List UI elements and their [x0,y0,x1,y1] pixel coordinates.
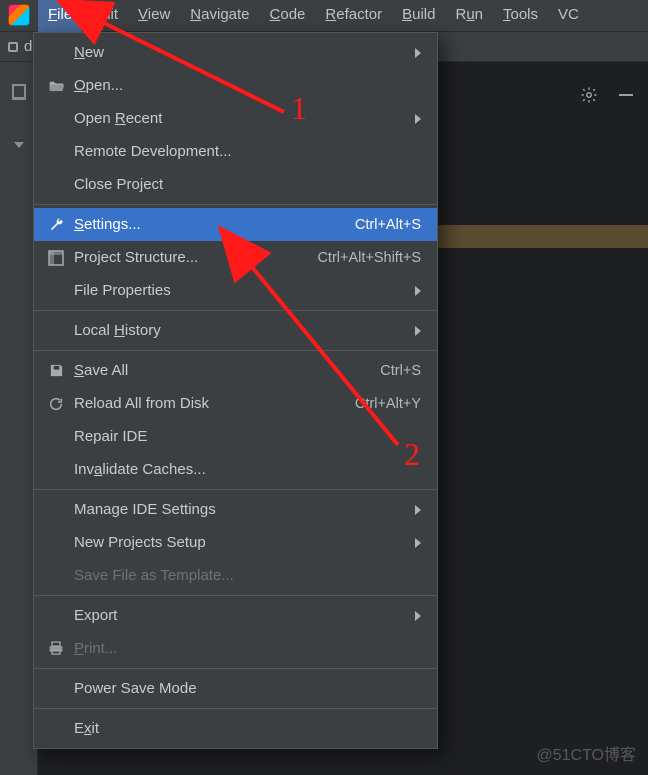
blank-icon [46,322,66,340]
menu-item-label: Reload All from Disk [74,395,209,412]
menu-item-label: Invalidate Caches... [74,461,206,478]
menu-item-shortcut: Ctrl+Alt+Y [355,396,421,412]
menu-item-new-projects-setup[interactable]: New Projects Setup [34,526,437,559]
project-tool-icon[interactable] [12,84,26,100]
menu-item-print: Print... [34,632,437,665]
blank-icon [46,680,66,698]
menu-item-label: Manage IDE Settings [74,501,216,518]
menu-separator [34,310,437,311]
menu-item-open-recent[interactable]: Open Recent [34,102,437,135]
menu-separator [34,489,437,490]
annotation-number-2: 2 [404,436,420,473]
blank-icon [46,110,66,128]
blank-icon [46,282,66,300]
menu-item-label: Open Recent [74,110,162,127]
menu-item-label: Local History [74,322,161,339]
blank-icon [46,534,66,552]
menu-navigate[interactable]: Navigate [180,0,259,32]
menu-item-shortcut: Ctrl+Alt+Shift+S [317,250,421,266]
ide-logo-icon [8,4,30,26]
submenu-arrow-icon [415,505,421,515]
submenu-arrow-icon [415,326,421,336]
menu-separator [34,668,437,669]
blank-icon [46,176,66,194]
menu-item-project-structure[interactable]: Project Structure... Ctrl+Alt+Shift+S [34,241,437,274]
save-icon [46,362,66,380]
submenu-arrow-icon [415,286,421,296]
menu-item-label: Open... [74,77,123,94]
menu-separator [34,204,437,205]
menu-refactor[interactable]: Refactor [315,0,392,32]
wrench-icon [46,216,66,234]
menu-item-label: Remote Development... [74,143,232,160]
submenu-arrow-icon [415,114,421,124]
annotation-number-1: 1 [291,90,307,127]
menu-run[interactable]: Run [445,0,493,32]
menu-item-label: Save File as Template... [74,567,234,584]
menu-item-invalidate-caches[interactable]: Invalidate Caches... [34,453,437,486]
reload-icon [46,395,66,413]
menu-item-close-project[interactable]: Close Project [34,168,437,201]
menu-item-label: Close Project [74,176,163,193]
menu-item-label: Project Structure... [74,249,198,266]
menu-item-open[interactable]: Open... [34,69,437,102]
menu-separator [34,350,437,351]
menu-item-label: Export [74,607,117,624]
blank-icon [46,428,66,446]
menu-item-new[interactable]: New [34,36,437,69]
watermark: @51CTO博客 [536,741,636,765]
menu-code[interactable]: Code [260,0,316,32]
menu-item-reload-all-from-disk[interactable]: Reload All from Disk Ctrl+Alt+Y [34,387,437,420]
menu-item-label: Print... [74,640,117,657]
blank-icon [46,143,66,161]
menu-item-settings[interactable]: Settings... Ctrl+Alt+S [34,208,437,241]
menu-item-shortcut: Ctrl+S [380,363,421,379]
menu-item-save-all[interactable]: Save All Ctrl+S [34,354,437,387]
menu-separator [34,708,437,709]
menu-item-exit[interactable]: Exit [34,712,437,745]
menu-item-local-history[interactable]: Local History [34,314,437,347]
menu-item-label: Settings... [74,216,141,233]
menu-edit[interactable]: Edit [82,0,128,32]
menu-item-save-file-as-template: Save File as Template... [34,559,437,592]
menu-file[interactable]: File [38,0,82,32]
blank-icon [46,607,66,625]
folder-open-icon [46,77,66,95]
menu-item-label: Exit [74,720,99,737]
gear-icon[interactable] [580,86,598,104]
menu-item-power-save-mode[interactable]: Power Save Mode [34,672,437,705]
submenu-arrow-icon [415,611,421,621]
menu-item-file-properties[interactable]: File Properties [34,274,437,307]
print-icon [46,640,66,658]
menu-vc[interactable]: VC [548,0,589,32]
menu-item-label: New Projects Setup [74,534,206,551]
tab-module-icon [8,42,18,52]
menu-item-repair-ide[interactable]: Repair IDE [34,420,437,453]
menu-item-label: Repair IDE [74,428,147,445]
blank-icon [46,720,66,738]
menu-item-label: Power Save Mode [74,680,197,697]
minimize-icon[interactable] [618,87,634,103]
menu-build[interactable]: Build [392,0,445,32]
menu-view[interactable]: View [128,0,180,32]
menu-item-export[interactable]: Export [34,599,437,632]
blank-icon [46,567,66,585]
menu-separator [34,595,437,596]
blank-icon [46,501,66,519]
blank-icon [46,461,66,479]
menu-item-label: File Properties [74,282,171,299]
submenu-arrow-icon [415,48,421,58]
blank-icon [46,44,66,62]
menu-tools[interactable]: Tools [493,0,548,32]
menu-item-shortcut: Ctrl+Alt+S [355,217,421,233]
menubar: FileEditViewNavigateCodeRefactorBuildRun… [0,0,648,32]
menu-item-manage-ide-settings[interactable]: Manage IDE Settings [34,493,437,526]
file-menu-dropdown: New Open... Open Recent Remote Development.… [33,32,438,749]
submenu-arrow-icon [415,538,421,548]
menu-item-remote-development[interactable]: Remote Development... [34,135,437,168]
menu-item-label: Save All [74,362,128,379]
collapse-chevron-icon[interactable] [14,142,24,148]
project-structure-icon [46,249,66,267]
menu-item-label: New [74,44,104,61]
